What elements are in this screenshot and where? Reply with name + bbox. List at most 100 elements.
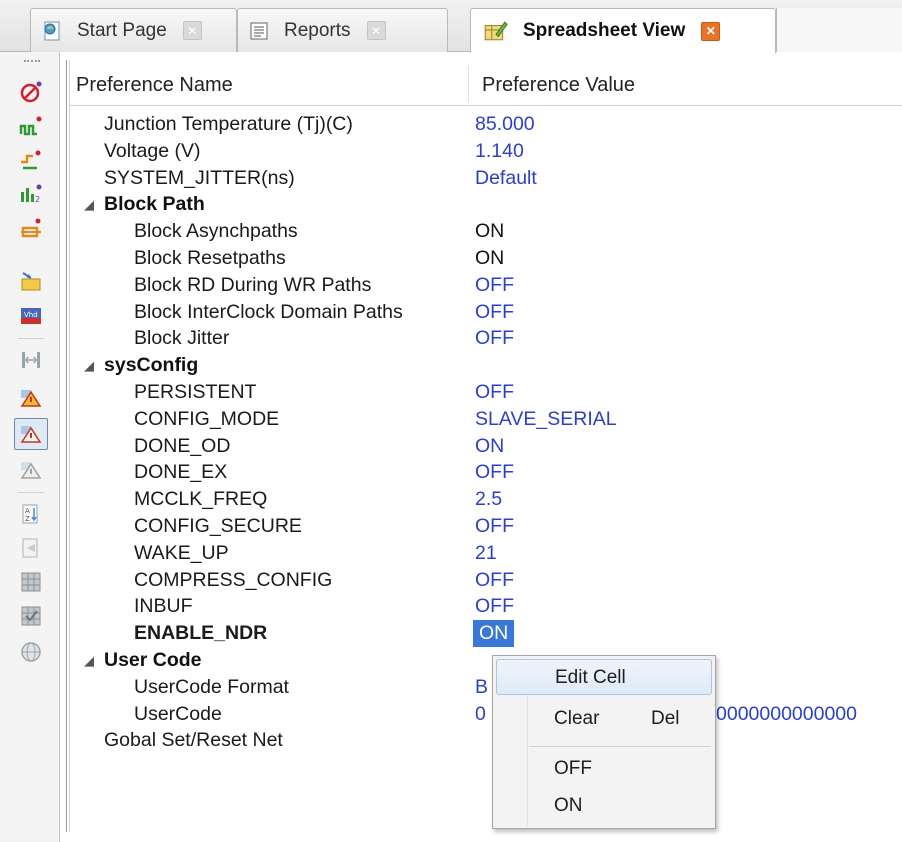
table-row[interactable]: UserCode Format B [0,674,902,701]
preference-value[interactable]: OFF [475,567,514,594]
tab-label: Spreadsheet View [523,20,686,41]
column-header-name[interactable]: Preference Name [76,74,233,97]
menu-item-label: OFF [554,758,592,779]
preference-name: CONFIG_MODE [134,407,280,430]
table-row[interactable]: WAKE_UP 21 [0,540,902,567]
tab-label: Start Page [77,19,167,41]
preference-value[interactable]: 21 [475,540,497,567]
collapse-triangle-icon[interactable]: ◢ [84,647,94,674]
editor-tab-bar: Start Page ✕ Reports ✕ Spreadsheet View … [0,0,902,53]
table-row[interactable]: PERSISTENT OFF [0,379,902,406]
tab-label: Reports [284,19,351,41]
menu-item-label: Clear [554,708,600,729]
preference-name: DONE_OD [134,434,231,457]
preference-value[interactable]: OFF [475,513,514,540]
table-row[interactable]: COMPRESS_CONFIG OFF [0,567,902,594]
preference-value[interactable]: 1.140 [475,138,524,165]
menu-item-off[interactable]: OFF [496,751,712,787]
tree-group-row[interactable]: ◢ Block Path [0,191,902,218]
tree-group-row[interactable]: ◢ sysConfig [0,352,902,379]
preference-name: Block RD During WR Paths [134,273,372,296]
column-divider[interactable] [468,66,469,102]
preference-name: CONFIG_SECURE [134,515,302,537]
preference-value[interactable]: Default [475,165,537,192]
preference-value[interactable]: ON [475,433,504,460]
tab-start-page[interactable]: Start Page ✕ [30,8,237,52]
preference-value[interactable]: ON [475,218,504,245]
preference-name: Gobal Set/Reset Net [104,729,283,752]
table-row[interactable]: Block Asynchpaths ON [0,218,902,245]
preference-name: SYSTEM_JITTER(ns) [104,166,295,189]
preference-value[interactable]: OFF [475,379,514,406]
menu-item-clear[interactable]: Clear Del [496,701,712,737]
preference-value[interactable]: B [475,674,488,701]
table-row[interactable]: SYSTEM_JITTER(ns) Default [0,165,902,192]
preference-value[interactable]: OFF [475,459,514,486]
reports-icon [250,22,268,39]
menu-item-label: ON [554,795,583,816]
preference-name: WAKE_UP [134,541,229,564]
table-row[interactable]: DONE_OD ON [0,433,902,460]
toolbar-grip[interactable] [24,60,40,65]
spreadsheet-icon [484,21,508,41]
close-icon[interactable]: ✕ [182,21,202,40]
table-row[interactable]: Block InterClock Domain Paths OFF [0,299,902,326]
preference-value[interactable]: ON [475,245,504,272]
menu-item-edit-cell[interactable]: Edit Cell [496,659,712,695]
table-row[interactable]: Voltage (V) 1.140 [0,138,902,165]
table-row[interactable]: INBUF OFF [0,593,902,620]
menu-item-shortcut: Del [651,708,680,729]
start-page-icon [44,21,60,40]
collapse-triangle-icon[interactable]: ◢ [84,191,94,218]
preference-value-tail: 0000000000000 [716,702,857,725]
table-row[interactable]: ENABLE_NDR ON [0,620,902,648]
preference-value[interactable]: OFF [475,593,514,620]
preference-value[interactable]: 2.5 [475,486,502,513]
collapse-triangle-icon[interactable]: ◢ [84,352,94,379]
tab-bar-empty [776,8,902,52]
preference-name: Block Jitter [134,327,230,350]
preference-name: ENABLE_NDR [134,622,268,645]
table-row[interactable]: Gobal Set/Reset Net [0,727,902,754]
tab-spreadsheet-view[interactable]: Spreadsheet View ✕ [470,8,776,53]
preference-value[interactable]: OFF [475,272,514,299]
preference-name: PERSISTENT [134,381,257,403]
preference-name: sysConfig [104,354,199,377]
preference-name: UserCode [134,702,222,725]
preference-name: Block Path [104,193,205,216]
close-icon[interactable]: ✕ [366,21,386,40]
table-row[interactable]: Junction Temperature (Tj)(C) 85.000 [0,111,902,138]
preference-name: COMPRESS_CONFIG [134,568,333,591]
preference-value[interactable]: SLAVE_SERIAL [475,406,617,433]
menu-item-on[interactable]: ON [496,788,712,824]
preference-value[interactable]: ON [473,620,515,648]
table-row[interactable]: UserCode 0 0000000000000 [0,701,902,728]
context-menu: Edit Cell Clear Del OFF ON [492,655,716,829]
preference-name: Block InterClock Domain Paths [134,300,403,323]
tab-reports[interactable]: Reports ✕ [237,8,448,52]
preference-name: User Code [104,649,202,671]
menu-item-label: Edit Cell [555,667,626,688]
table-row[interactable]: DONE_EX OFF [0,459,902,486]
table-row[interactable]: MCCLK_FREQ 2.5 [0,486,902,513]
column-header-value[interactable]: Preference Value [482,74,635,97]
no-timing-icon [20,81,42,103]
preference-name: Block Resetpaths [134,247,286,269]
preference-value[interactable]: 0 [475,701,486,728]
table-row[interactable]: Block RD During WR Paths OFF [0,272,902,299]
table-row[interactable]: Block Jitter OFF [0,325,902,352]
close-icon[interactable]: ✕ [701,21,721,41]
preference-name: Block Asynchpaths [134,220,298,243]
grid-header: Preference Name Preference Value [70,62,902,106]
preference-name: DONE_EX [134,461,228,484]
tree-group-row[interactable]: ◢ User Code [0,647,902,674]
no-timing-button[interactable] [14,76,48,108]
table-row[interactable]: Block Resetpaths ON [0,245,902,272]
preference-name: Junction Temperature (Tj)(C) [104,113,353,135]
table-row[interactable]: CONFIG_SECURE OFF [0,513,902,540]
preference-name: UserCode Format [134,675,289,698]
preference-value[interactable]: OFF [475,325,514,352]
table-row[interactable]: CONFIG_MODE SLAVE_SERIAL [0,406,902,433]
preference-value[interactable]: OFF [475,299,514,326]
preference-value[interactable]: 85.000 [475,111,535,138]
